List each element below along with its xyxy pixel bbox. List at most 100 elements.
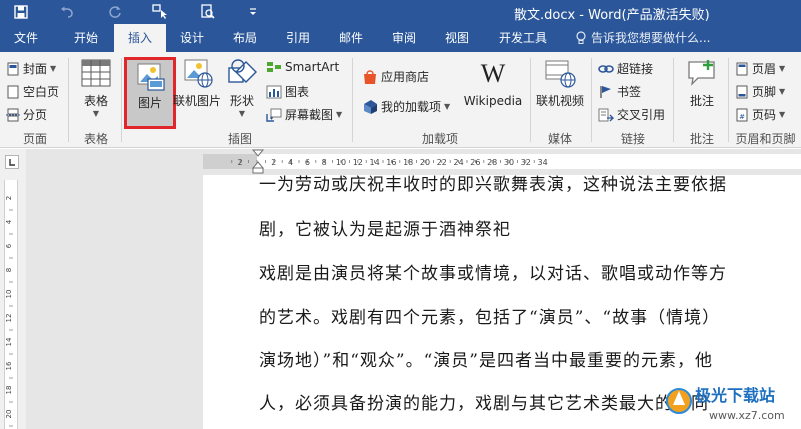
wikipedia-button[interactable]: W Wikipedia xyxy=(462,60,524,108)
touch-mode-icon[interactable] xyxy=(148,0,172,24)
window-title: 散文.docx - Word(产品激活失败) xyxy=(514,8,710,23)
shapes-button[interactable]: 形状 ▼ xyxy=(224,58,260,118)
chevron-down-icon: ▼ xyxy=(92,109,100,118)
redo-icon[interactable] xyxy=(104,0,126,24)
footer-button[interactable]: 页脚 ▼ xyxy=(735,83,785,100)
ruler-number: 8 xyxy=(322,158,327,167)
tab-file[interactable]: 文件 xyxy=(0,24,52,52)
vertical-ruler-number: 14 xyxy=(5,337,13,346)
tab-insert[interactable]: 插入 xyxy=(114,24,166,52)
online-picture-icon xyxy=(184,59,213,88)
page-break-button[interactable]: 分页 xyxy=(6,106,47,123)
screenshot-icon xyxy=(266,108,282,122)
tell-me-box[interactable]: 告诉我您想要做什么... xyxy=(575,24,710,52)
tab-view[interactable]: 视图 xyxy=(431,24,483,52)
tab-design[interactable]: 设计 xyxy=(166,24,218,52)
tab-review[interactable]: 审阅 xyxy=(378,24,430,52)
screenshot-button[interactable]: 屏幕截图 ▼ xyxy=(266,106,342,123)
blank-page-icon xyxy=(7,85,19,98)
svg-text:www.xz7.com: www.xz7.com xyxy=(709,409,785,422)
smartart-icon xyxy=(267,62,281,72)
online-video-icon xyxy=(545,60,576,88)
page-break-icon xyxy=(6,108,20,121)
online-video-button[interactable]: 联机视频 xyxy=(533,58,587,109)
bookmark-icon xyxy=(600,85,611,98)
shapes-icon xyxy=(228,59,257,83)
ruler-number: 32 xyxy=(521,158,531,167)
group-label-comments: 批注 xyxy=(689,132,714,146)
lightbulb-icon xyxy=(576,31,586,44)
chart-icon xyxy=(266,85,282,98)
store-button[interactable]: 应用商店 xyxy=(362,68,429,85)
cover-page-button[interactable]: 封面 ▼ xyxy=(6,60,56,77)
tab-home[interactable]: 开始 xyxy=(60,24,112,52)
ruler-number: 10 xyxy=(336,158,346,167)
vertical-ruler-number: 2 xyxy=(5,196,13,200)
separator xyxy=(673,58,674,142)
new-comment-button[interactable]: 批注 xyxy=(680,58,724,109)
picture-button[interactable]: 图片 xyxy=(127,62,173,111)
paragraph-line: 剧，它被认为是起源于酒神祭祀 xyxy=(259,220,511,240)
ruler-number: 26 xyxy=(470,158,480,167)
vertical-ruler-number: 8 xyxy=(5,268,13,272)
hyperlink-button[interactable]: 超链接 xyxy=(598,60,653,77)
store-icon xyxy=(364,69,376,84)
cross-reference-button[interactable]: 交叉引用 xyxy=(598,106,665,123)
tab-references[interactable]: 引用 xyxy=(272,24,324,52)
ruler-number: 2 xyxy=(271,158,276,167)
separator xyxy=(352,58,353,142)
undo-icon[interactable] xyxy=(56,0,78,24)
comment-icon xyxy=(688,60,715,86)
page-number-button[interactable]: # 页码 ▼ xyxy=(735,106,785,123)
ruler-ticks: 2 2 4 6 8 10 12 14 16 18 20 22 24 26 28 30 32 34 xyxy=(231,158,548,167)
ruler-number: 12 xyxy=(353,158,363,167)
vertical-ruler-ticks: 2 4 6 8 10 12 14 16 18 20 xyxy=(5,196,13,427)
ruler-number: 6 xyxy=(305,158,310,167)
print-preview-icon[interactable] xyxy=(196,0,220,24)
separator xyxy=(68,58,69,142)
paragraph-line: 人，必须具备扮演的能力，戏剧与其它艺术类最大的不同 xyxy=(259,394,709,414)
table-button[interactable]: 表格 ▼ xyxy=(76,58,116,118)
ruler-number: 20 xyxy=(420,158,430,167)
cover-page-icon xyxy=(7,62,19,75)
customize-icon[interactable] xyxy=(244,0,262,24)
vertical-ruler-number: 4 xyxy=(5,219,13,224)
group-label-addins: 加载项 xyxy=(421,132,458,146)
vertical-ruler-number: 12 xyxy=(5,314,13,323)
blank-page-button[interactable]: 空白页 xyxy=(6,83,59,100)
save-icon[interactable] xyxy=(8,0,34,24)
ribbon-tabs: 文件 开始 插入 设计 布局 引用 邮件 审阅 视图 开发工具 告诉我您想要做什… xyxy=(0,24,801,52)
tab-selector-button[interactable] xyxy=(5,155,19,169)
ruler-number: 4 xyxy=(288,158,293,167)
svg-text:#: # xyxy=(739,113,745,121)
group-label-header-footer: 页眉和页脚 xyxy=(735,132,796,146)
ruler-number: 34 xyxy=(538,158,548,167)
separator xyxy=(530,58,531,142)
vertical-ruler-number: 10 xyxy=(5,290,13,299)
smartart-button[interactable]: SmartArt xyxy=(266,60,339,74)
link-icon xyxy=(598,64,614,73)
separator xyxy=(728,58,729,142)
online-picture-button[interactable]: 联机图片 xyxy=(172,58,222,109)
footer-icon xyxy=(736,85,748,98)
bookmark-button[interactable]: 书签 xyxy=(598,83,641,100)
cross-reference-icon xyxy=(598,108,614,121)
paragraph-line: 一为劳动或庆祝丰收时的即兴歌舞表演，这种说法主要依据 xyxy=(259,175,727,195)
indent-markers[interactable] xyxy=(251,149,265,175)
chart-button[interactable]: 图表 xyxy=(266,83,309,100)
paragraph-line: 的艺术。戏剧有四个元素，包括了“演员”、“故事（情境） xyxy=(259,308,721,328)
my-addins-icon xyxy=(364,99,377,114)
tab-mailings[interactable]: 邮件 xyxy=(325,24,377,52)
vertical-ruler-number: 6 xyxy=(5,243,13,248)
group-label-illustrations: 插图 xyxy=(227,132,252,146)
group-label-media: 媒体 xyxy=(547,132,572,146)
header-button[interactable]: 页眉 ▼ xyxy=(735,60,785,77)
wikipedia-icon: W xyxy=(481,60,506,88)
site-watermark: 极光下载站 www.xz7.com xyxy=(665,377,801,429)
picture-icon xyxy=(137,63,165,91)
tab-layout[interactable]: 布局 xyxy=(219,24,271,52)
ruler-number: 2 xyxy=(238,158,243,167)
tab-developer[interactable]: 开发工具 xyxy=(490,24,556,52)
my-addins-button[interactable]: 我的加载项 ▼ xyxy=(362,98,450,115)
ruler-number: 24 xyxy=(454,158,464,167)
